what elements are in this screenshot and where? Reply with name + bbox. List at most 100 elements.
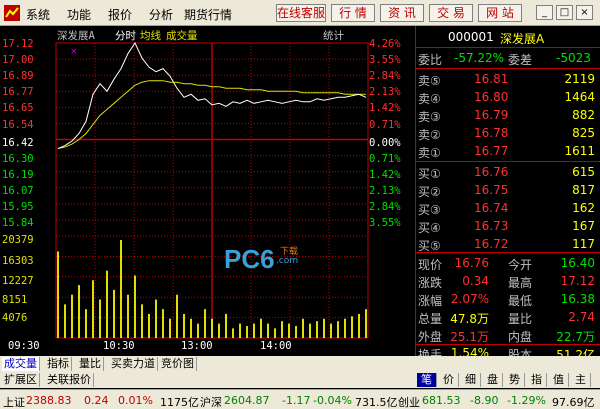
stat-row: 现价 16.76 今开 16.40 — [416, 254, 600, 272]
menu-analysis[interactable]: 分析 — [149, 6, 173, 23]
quote-tab[interactable]: 主 — [571, 373, 591, 387]
stat-row: 总量 47.8万 量比 2.74 — [416, 308, 600, 326]
pct-zero-tick: 0.00% — [369, 137, 401, 149]
vol-legend: 成交量 — [166, 30, 198, 42]
hs-change: -1.17 — [282, 394, 311, 407]
price-tick: 15.84 — [2, 217, 34, 229]
order-price: 16.76 — [474, 165, 509, 179]
menu-quote[interactable]: 报价 — [108, 6, 132, 23]
quote-tab[interactable]: 细 — [461, 373, 481, 387]
sell-row[interactable]: 卖④ 16.80 1464 — [416, 88, 600, 106]
divider — [416, 344, 600, 345]
order-price: 16.78 — [474, 126, 509, 140]
divider — [416, 47, 600, 48]
sell-row[interactable]: 卖⑤ 16.81 2119 — [416, 70, 600, 88]
buy-row[interactable]: 买③ 16.74 162 — [416, 199, 600, 217]
stat-row: 涨幅 2.07% 最低 16.38 — [416, 290, 600, 308]
pct-tick: 2.13% — [369, 185, 401, 197]
stat-label: 外盘 — [418, 330, 443, 344]
tab-buy-sell-force[interactable]: 买卖力道 — [109, 357, 158, 371]
pc6-watermark: PC6 下载 .com — [224, 244, 308, 278]
sell-row[interactable]: 卖① 16.77 1611 — [416, 142, 600, 160]
watermark-site: .com — [276, 256, 299, 266]
stat-label: 量比 — [508, 312, 533, 326]
sell-row[interactable]: 卖③ 16.79 882 — [416, 106, 600, 124]
tab-related-quote[interactable]: 关联报价 — [45, 373, 94, 387]
menu-system[interactable]: 系统 — [26, 6, 50, 23]
online-service-button[interactable]: 在线客服 — [276, 4, 326, 22]
market-button[interactable]: 行 情 — [331, 4, 375, 22]
news-button[interactable]: 资 讯 — [380, 4, 424, 22]
order-label: 卖⑤ — [418, 74, 441, 88]
pct-tick: 1.42% — [369, 169, 401, 181]
pct-tick: 2.13% — [369, 86, 401, 98]
minimize-button[interactable]: _ — [536, 5, 553, 20]
hs-pct: -0.04% — [313, 394, 352, 407]
stats-button[interactable]: 统计 — [323, 28, 344, 43]
buy-row[interactable]: 买① 16.76 615 — [416, 163, 600, 181]
order-label: 买④ — [418, 221, 441, 235]
order-price: 16.74 — [474, 201, 509, 215]
weicha-label: 委差 — [508, 53, 533, 67]
price-tick: 17.00 — [2, 54, 34, 66]
stat-label: 最低 — [508, 294, 533, 308]
trade-button[interactable]: 交 易 — [429, 4, 473, 22]
sell-row[interactable]: 卖② 16.78 825 — [416, 124, 600, 142]
stat-value: 25.1万 — [450, 330, 489, 344]
menu-futures[interactable]: 期货行情 — [184, 6, 232, 23]
website-button[interactable]: 网 站 — [478, 4, 522, 22]
close-button[interactable]: × — [576, 5, 593, 20]
order-price: 16.81 — [474, 72, 509, 86]
pct-tick: 3.55% — [369, 217, 401, 229]
stat-row: 外盘 25.1万 内盘 22.7万 — [416, 326, 600, 344]
pct-tick: 3.55% — [369, 54, 401, 66]
order-volume: 825 — [572, 126, 595, 140]
buy-row[interactable]: 买② 16.75 817 — [416, 181, 600, 199]
vol-tick: 8151 — [2, 294, 28, 306]
price-tick: 16.89 — [2, 70, 34, 82]
quote-tab[interactable]: 值 — [549, 373, 569, 387]
price-tick: 16.19 — [2, 169, 34, 181]
pct-tick: 0.71% — [369, 119, 401, 131]
order-price: 16.73 — [474, 219, 509, 233]
hs-index: 2604.87 — [224, 394, 270, 407]
stat-value: 17.12 — [560, 274, 595, 288]
stat-label: 涨幅 — [418, 294, 443, 308]
quote-tab[interactable]: 势 — [505, 373, 525, 387]
sh-amount: 1175亿 — [160, 396, 199, 409]
tab-volume-ratio[interactable]: 量比 — [77, 357, 104, 371]
tab-indicator[interactable]: 指标 — [45, 357, 72, 371]
watermark-text: PC6 — [224, 244, 275, 274]
stat-label: 最高 — [508, 276, 533, 290]
weibi-row: 委比 -57.22% 委差 -5023 — [416, 49, 600, 67]
tab-extension[interactable]: 扩展区 — [2, 373, 40, 387]
pct-tick: 4.26% — [369, 38, 401, 50]
quote-tab[interactable]: 指 — [527, 373, 547, 387]
order-label: 买③ — [418, 203, 441, 217]
tab-volume[interactable]: 成交量 — [2, 357, 40, 371]
pct-tick: 2.84% — [369, 201, 401, 213]
menu-function[interactable]: 功能 — [67, 6, 91, 23]
time-tick: 14:00 — [260, 340, 292, 352]
vol-tick: 16303 — [2, 255, 34, 267]
tab-auction[interactable]: 竞价图 — [159, 357, 197, 371]
maximize-button[interactable]: □ — [556, 5, 573, 20]
stat-label: 涨跌 — [418, 276, 443, 290]
price-tick: 15.95 — [2, 201, 34, 213]
intraday-chart[interactable]: × 深发展A 分时 均线 成交量 统计 17.12 17.00 16.89 16… — [0, 26, 415, 356]
order-volume: 615 — [572, 165, 595, 179]
buy-row[interactable]: 买⑤ 16.72 117 — [416, 235, 600, 253]
order-label: 卖① — [418, 146, 441, 160]
stat-value: 47.8万 — [450, 312, 489, 326]
quote-tab[interactable]: 价 — [439, 373, 459, 387]
chart-mode: 分时 — [115, 30, 136, 42]
vol-tick: 20379 — [2, 234, 34, 246]
buy-row[interactable]: 买④ 16.73 167 — [416, 217, 600, 235]
weibi-label: 委比 — [418, 53, 443, 67]
quote-tab[interactable]: 笔 — [417, 373, 437, 387]
index-status-bar: 上证 2388.83 0.24 0.01% 1175亿 沪深 2604.87 -… — [0, 389, 600, 409]
stat-value: 0.34 — [462, 274, 489, 288]
vol-tick: 12227 — [2, 275, 34, 287]
stat-label: 现价 — [418, 258, 443, 272]
quote-tab[interactable]: 盘 — [483, 373, 503, 387]
